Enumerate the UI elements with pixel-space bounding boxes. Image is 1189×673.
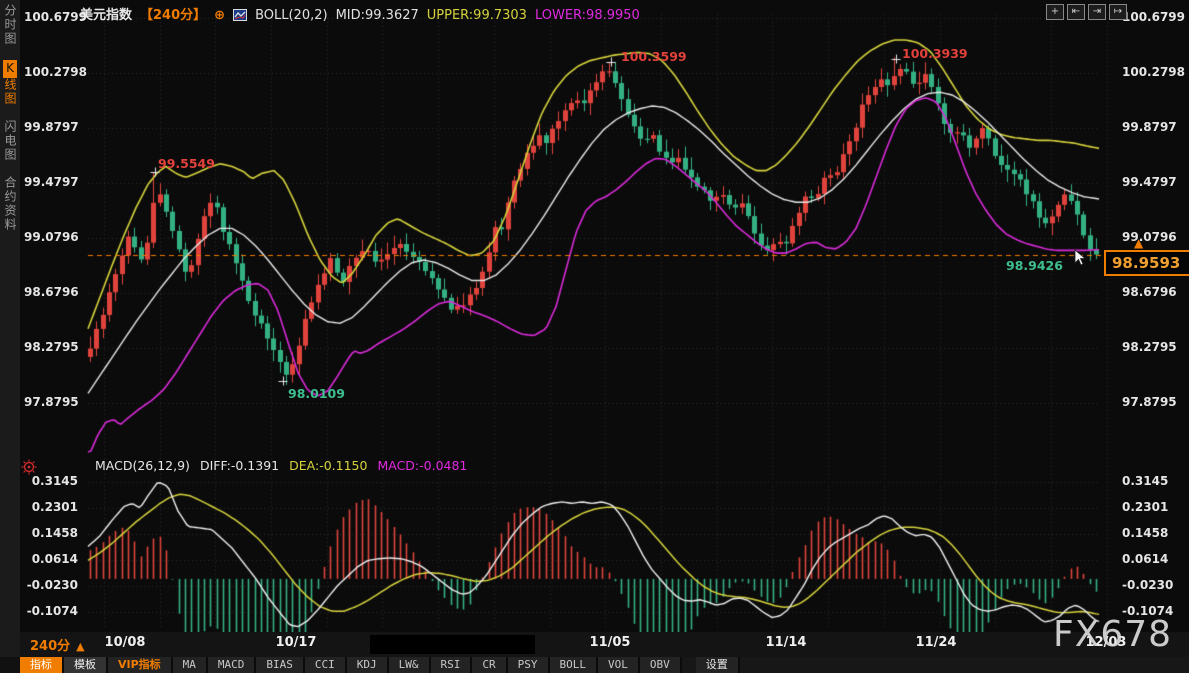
y-axis-label: 100.2798 [24, 65, 78, 79]
y-axis-label: 98.6796 [24, 285, 78, 299]
y-axis-label: -0.0230 [1122, 578, 1182, 592]
y-axis-label: 99.0796 [24, 230, 78, 244]
toolbar-item-模板[interactable]: 模板 [64, 657, 108, 673]
toolbar-item-设置[interactable]: 设置 [696, 657, 740, 673]
toolbar-item-BOLL[interactable]: BOLL [550, 657, 599, 673]
y-axis-label: 97.8795 [24, 395, 78, 409]
toolbar-item-CCI[interactable]: CCI [305, 657, 347, 673]
macd-dea-value: DEA:-0.1150 [289, 458, 367, 473]
time-axis-row: 240分▲ 10/0810/1711/0511/1411/2412/03 [20, 632, 1189, 657]
macd-macd-value: MACD:-0.0481 [377, 458, 467, 473]
toolbar-item-LW&[interactable]: LW& [389, 657, 431, 673]
boll-mid-value: MID:99.3627 [336, 8, 419, 23]
y-axis-label: 0.3145 [1122, 474, 1182, 488]
y-axis-label: 0.1458 [24, 526, 78, 540]
sidebar-item-1[interactable]: K线图 [0, 60, 20, 106]
mouse-cursor [1074, 249, 1088, 271]
y-axis-label: 0.3145 [24, 474, 78, 488]
indicator-toolbar: 指标模板VIP指标MAMACDBIASCCIKDJLW&RSICRPSYBOLL… [20, 657, 1189, 673]
chart-type-sidebar: 分时图 K线图闪电图合约资料 [0, 0, 20, 657]
y-axis-label: 100.6799 [24, 10, 78, 24]
x-axis-label: 11/05 [590, 635, 631, 650]
boll-indicator-icon [233, 9, 247, 25]
price-high-annotation: 100.3599 [621, 49, 687, 64]
current-price-badge: 98.9593 [1104, 250, 1189, 276]
toolbar-item-VIP指标[interactable]: VIP指标 [108, 657, 173, 673]
x-axis-label: 11/14 [766, 635, 807, 650]
toolbar-item-VOL[interactable]: VOL [598, 657, 640, 673]
boll-upper-value: UPPER:99.7303 [427, 8, 527, 23]
toolbar-item-MA[interactable]: MA [173, 657, 208, 673]
y-axis-label: 0.1458 [1122, 526, 1182, 540]
blackout-box [370, 635, 535, 654]
y-axis-label: 0.2301 [1122, 500, 1182, 514]
toolbar-item-BIAS[interactable]: BIAS [256, 657, 305, 673]
toolbar-item-RSI[interactable]: RSI [431, 657, 473, 673]
macd-params-label: MACD(26,12,9) [95, 458, 190, 473]
sidebar-item-3[interactable]: 合约资料 [0, 176, 20, 232]
y-axis-label: 98.6796 [1122, 285, 1182, 299]
price-up-arrow-icon: ▲ [1134, 236, 1143, 250]
toolbar-item-KDJ[interactable]: KDJ [347, 657, 389, 673]
sidebar-item-0[interactable]: 分时图 [0, 4, 20, 46]
y-axis-label: 0.2301 [24, 500, 78, 514]
y-axis-label: 99.8797 [1122, 120, 1182, 134]
toolbar-item-指标[interactable]: 指标 [20, 657, 64, 673]
add-indicator-icon[interactable]: ⊕ [214, 8, 225, 23]
chart-zoom-controls: +⇤⇥↦ [1046, 4, 1127, 20]
y-axis-label: -0.1074 [24, 604, 78, 618]
y-axis-label: 98.2795 [1122, 340, 1182, 354]
x-axis-label: 10/17 [276, 635, 317, 650]
y-axis-label: 0.0614 [24, 552, 78, 566]
price-low-annotation: 98.9426 [1006, 258, 1063, 273]
y-axis-label: 97.8795 [1122, 395, 1182, 409]
period-tag[interactable]: 【240分】 [140, 8, 206, 23]
compress-right-icon[interactable]: ⇥ [1088, 4, 1106, 20]
x-axis-label: 11/24 [916, 635, 957, 650]
y-axis-label: 99.0796 [1122, 230, 1182, 244]
shift-right-icon[interactable]: ↦ [1109, 4, 1127, 20]
price-high-annotation: 99.5549 [158, 156, 215, 171]
y-axis-label: 100.2798 [1122, 65, 1182, 79]
toolbar-item-PSY[interactable]: PSY [508, 657, 550, 673]
boll-lower-value: LOWER:98.9950 [535, 8, 640, 23]
y-axis-label: 99.4797 [24, 175, 78, 189]
compress-left-icon[interactable]: ⇤ [1067, 4, 1085, 20]
toolbar-item-CR[interactable]: CR [472, 657, 507, 673]
boll-params-label: BOLL(20,2) [255, 8, 328, 23]
period-selector[interactable]: 240分▲ [30, 635, 85, 654]
price-low-annotation: 98.0109 [288, 386, 345, 401]
toolbar-item-OBV[interactable]: OBV [640, 657, 682, 673]
fx678-watermark: FX678 [1053, 614, 1172, 655]
chart-application-window: 分时图 K线图闪电图合约资料 美元指数【240分】 ⊕ BOLL(20,2) MID:9… [0, 0, 1189, 673]
sidebar-item-2[interactable]: 闪电图 [0, 120, 20, 162]
y-axis-label: 99.8797 [24, 120, 78, 134]
price-high-annotation: 100.3939 [902, 46, 968, 61]
sidebar-selected-chip: K [3, 60, 17, 78]
pan-icon[interactable]: + [1046, 4, 1064, 20]
y-axis-label: 100.6799 [1122, 10, 1182, 24]
y-axis-label: 0.0614 [1122, 552, 1182, 566]
chart-header: 美元指数【240分】 ⊕ BOLL(20,2) MID:99.3627 UPPER:99… [80, 4, 648, 25]
macd-header: MACD(26,12,9) DIFF:-0.1391 DEA:-0.1150 MACD… [95, 458, 477, 473]
y-axis-label: 99.4797 [1122, 175, 1182, 189]
period-dropdown-arrow-icon: ▲ [76, 640, 84, 653]
macd-settings-icon[interactable] [21, 459, 37, 475]
bottom-left-corner [0, 657, 20, 673]
y-axis-label: -0.0230 [24, 578, 78, 592]
macd-diff-value: DIFF:-0.1391 [200, 458, 279, 473]
price-chart-canvas[interactable] [0, 0, 1189, 673]
instrument-title: 美元指数 [80, 8, 132, 23]
toolbar-item-MACD[interactable]: MACD [208, 657, 257, 673]
y-axis-label: 98.2795 [24, 340, 78, 354]
x-axis-label: 10/08 [105, 635, 146, 650]
